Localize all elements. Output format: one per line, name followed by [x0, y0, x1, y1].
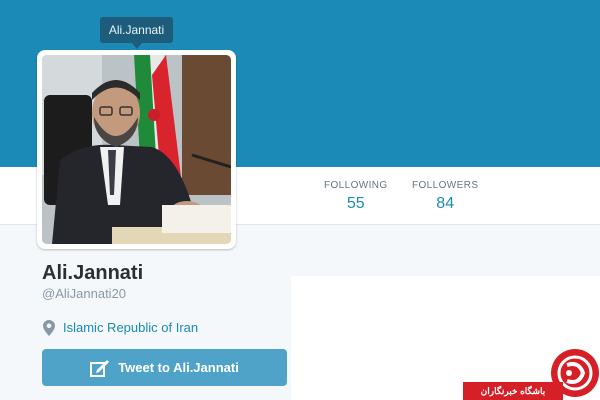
following-stat[interactable]: FOLLOWING 55 — [324, 180, 388, 213]
profile-name[interactable]: Ali.Jannati — [42, 262, 143, 285]
tweet-to-label: Tweet to Ali.Jannati — [118, 360, 239, 375]
profile-handle[interactable]: @AliJannati20 — [42, 286, 126, 301]
following-count: 55 — [346, 195, 365, 212]
profile-location-link[interactable]: Islamic Republic of Iran — [63, 320, 198, 335]
following-label: FOLLOWING — [324, 180, 388, 191]
compose-icon — [90, 359, 110, 377]
followers-stat[interactable]: FOLLOWERS 84 — [412, 180, 478, 213]
profile-avatar[interactable] — [37, 50, 236, 249]
tweet-to-button[interactable]: Tweet to Ali.Jannati — [42, 349, 287, 386]
watermark-text: باشگاه خبرنگاران — [463, 382, 563, 400]
followers-label: FOLLOWERS — [412, 180, 479, 191]
followers-count: 84 — [436, 195, 455, 212]
map-pin-icon — [43, 320, 55, 336]
avatar-portrait-illustration — [42, 55, 231, 244]
name-tooltip: Ali.Jannati — [100, 17, 173, 43]
avatar-photo — [42, 55, 231, 244]
tooltip-arrow — [132, 43, 142, 49]
